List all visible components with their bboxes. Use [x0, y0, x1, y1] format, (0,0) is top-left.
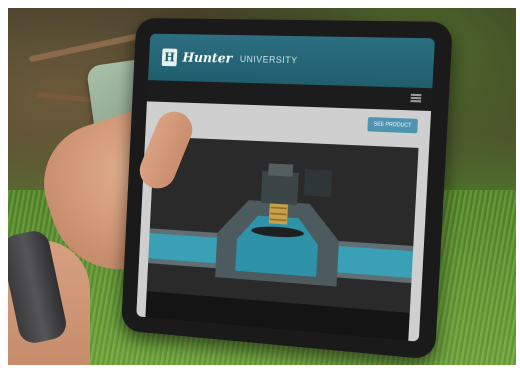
brand-subtitle: UNIVERSITY	[239, 53, 298, 66]
app-header: H Hunter UNIVERSITY	[147, 33, 435, 89]
top-strip	[0, 0, 520, 8]
tablet-device: H Hunter UNIVERSITY SEE PRODUCT	[120, 18, 453, 360]
valve-cutaway-video[interactable]	[146, 136, 419, 313]
tablet-screen: H Hunter UNIVERSITY SEE PRODUCT	[136, 33, 435, 342]
brand-name: Hunter	[182, 50, 233, 67]
hunter-logo-icon: H	[161, 48, 178, 67]
hamburger-menu-icon[interactable]	[410, 93, 422, 103]
valve-cutaway-illustration	[146, 136, 419, 313]
photo-scene: H Hunter UNIVERSITY SEE PRODUCT	[0, 0, 520, 373]
see-product-button[interactable]: SEE PRODUCT	[367, 117, 418, 134]
